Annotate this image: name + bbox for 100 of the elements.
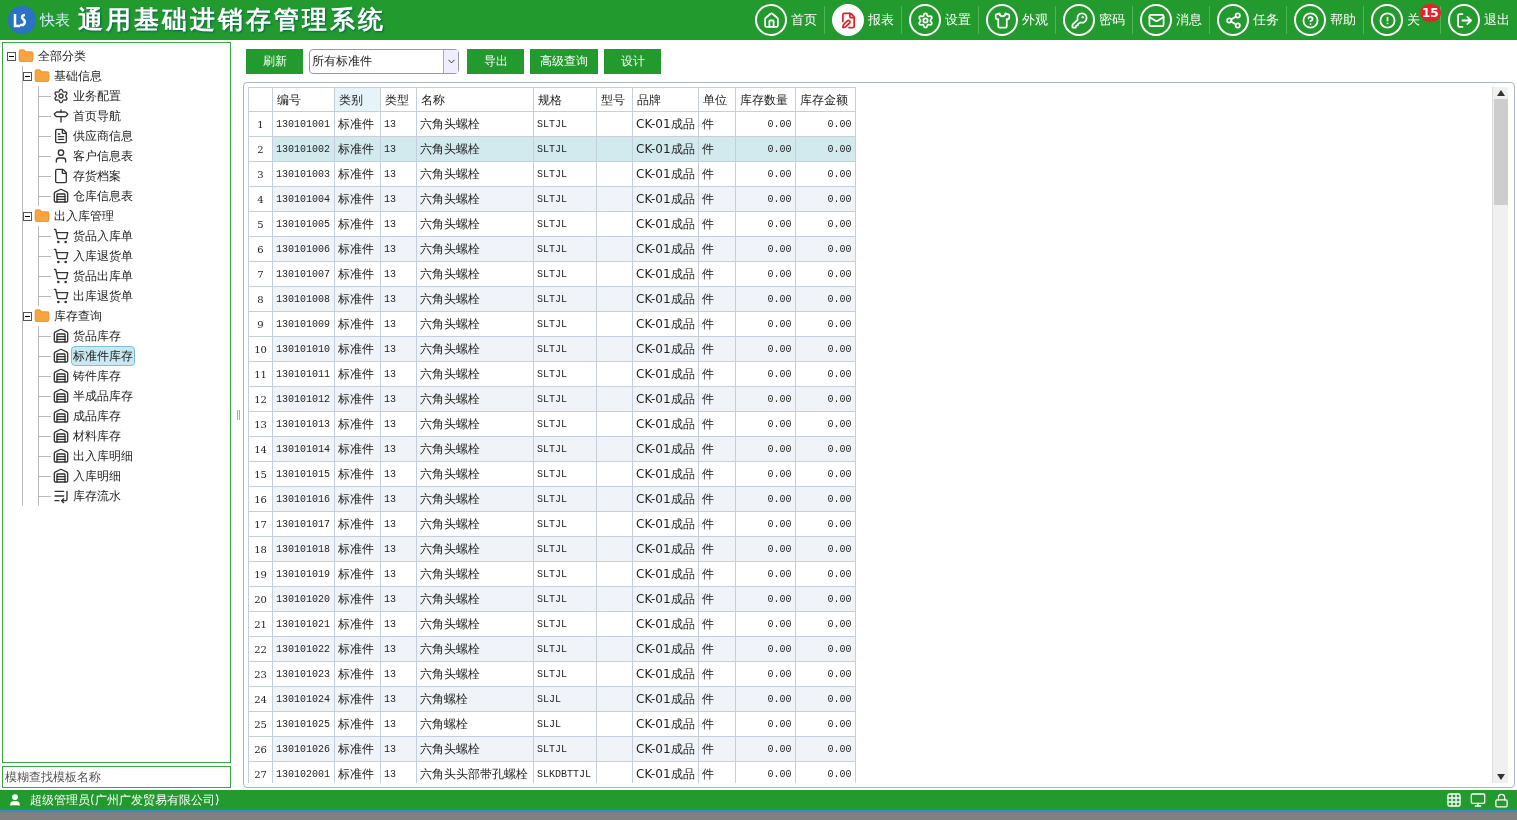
column-header[interactable]: 类型 [380,87,417,112]
advanced-search-button[interactable]: 高级查询 [530,48,598,74]
table-cell: 标准件 [334,136,381,162]
scroll-up-icon[interactable] [1496,90,1505,96]
table-row[interactable]: 24 130101024 标准件 13 六角螺栓 SLJL CK-01成品 件 0.00 0.00 [248,686,856,712]
table-row[interactable]: 12 130101012 标准件 13 六角头螺栓 SLTJL CK-01成品 件 0.00 0.00 [248,386,856,412]
table-row[interactable]: 21 130101021 标准件 13 六角头螺栓 SLTJL CK-01成品 件 0.00 0.00 [248,611,856,637]
tree-item[interactable]: 铸件库存 [71,366,123,386]
tree-item[interactable]: 客户信息表 [71,146,135,166]
tree-item[interactable]: 基础信息 [52,66,104,86]
table-row[interactable]: 8 130101008 标准件 13 六角头螺栓 SLTJL CK-01成品 件 0.00 0.00 [248,286,856,312]
monitor-icon[interactable] [1470,792,1486,808]
tree-item[interactable]: 库存查询 [52,306,104,326]
nav-button[interactable]: 设置 [902,0,978,40]
table-cell: 件 [698,661,736,687]
table-cell: CK-01成品 [632,386,699,412]
tree-item[interactable]: 供应商信息 [71,126,135,146]
tree-item[interactable]: 货品出库单 [71,266,135,286]
column-header[interactable]: 型号 [596,87,633,112]
collapse-toggle[interactable] [23,71,32,81]
row-number: 13 [248,411,273,437]
tree-item[interactable]: 入库退货单 [71,246,135,266]
table-row[interactable]: 9 130101009 标准件 13 六角头螺栓 SLTJL CK-01成品 件 0.00 0.00 [248,311,856,337]
table-row[interactable]: 22 130101022 标准件 13 六角头螺栓 SLTJL CK-01成品 件 0.00 0.00 [248,636,856,662]
grid-icon[interactable] [1446,792,1462,808]
column-header[interactable]: 规格 [533,87,597,112]
folder-icon [18,48,34,64]
scroll-thumb[interactable] [1493,99,1508,205]
filter-dropdown[interactable]: 所有标准件 [309,48,459,74]
table-cell: 0.00 [795,461,856,487]
tree-item[interactable]: 仓库信息表 [71,186,135,206]
search-field[interactable]: 模糊查找模板名称 [2,766,231,788]
collapse-toggle[interactable] [23,211,32,221]
nav-button[interactable]: 首页 [748,0,824,40]
tree-item[interactable]: 半成品库存 [71,386,135,406]
tree-item[interactable]: 材料库存 [71,426,123,446]
table-row[interactable]: 19 130101019 标准件 13 六角头螺栓 SLTJL CK-01成品 件 0.00 0.00 [248,561,856,587]
column-header[interactable]: 品牌 [632,87,699,112]
nav-button[interactable]: 任务 [1210,0,1286,40]
nav-button[interactable]: 退出 [1441,0,1517,40]
collapse-toggle[interactable] [23,311,32,321]
lock-icon[interactable] [1494,792,1509,808]
collapse-toggle[interactable] [7,51,16,61]
column-header[interactable]: 编号 [272,87,335,112]
tree-item[interactable]: 货品库存 [71,326,123,346]
tree-item[interactable]: 出入库管理 [52,206,116,226]
table-row[interactable]: 6 130101006 标准件 13 六角头螺栓 SLTJL CK-01成品 件 0.00 0.00 [248,236,856,262]
table-cell: SLTJL [533,411,597,437]
table-row[interactable]: 13 130101013 标准件 13 六角头螺栓 SLTJL CK-01成品 件 0.00 0.00 [248,411,856,437]
table-row[interactable]: 7 130101007 标准件 13 六角头螺栓 SLTJL CK-01成品 件 0.00 0.00 [248,261,856,287]
table-row[interactable]: 2 130101002 标准件 13 六角头螺栓 SLTJL CK-01成品 件 0.00 0.00 [248,136,856,162]
table-row[interactable]: 16 130101016 标准件 13 六角头螺栓 SLTJL CK-01成品 件 0.00 0.00 [248,486,856,512]
table-row[interactable]: 10 130101010 标准件 13 六角头螺栓 SLTJL CK-01成品 件 0.00 0.00 [248,336,856,362]
column-header[interactable]: 库存数量 [735,87,796,112]
table-cell: 130101020 [272,586,335,612]
tree-item[interactable]: 存货档案 [71,166,123,186]
table-row[interactable]: 25 130101025 标准件 13 六角螺栓 SLJL CK-01成品 件 0.00 0.00 [248,711,856,737]
table-row[interactable]: 20 130101020 标准件 13 六角头螺栓 SLTJL CK-01成品 件 0.00 0.00 [248,586,856,612]
tree-item[interactable]: 全部分类 [36,46,88,66]
column-header[interactable]: 名称 [416,87,534,112]
column-header[interactable]: 库存金额 [795,87,856,112]
tree-item[interactable]: 成品库存 [71,406,123,426]
nav-button[interactable]: 关 15 [1364,0,1440,40]
tree-item[interactable]: 货品入库单 [71,226,135,246]
tree-item[interactable]: 库存流水 [71,486,123,506]
nav-button[interactable]: 密码 [1056,0,1132,40]
nav-button[interactable]: 报表 [825,0,901,40]
table-row[interactable]: 27 130102001 标准件 13 六角头头部带孔螺栓 SLKDBTTJL CK-01成品 件 0.00 0.00 [248,761,856,783]
table-row[interactable]: 23 130101023 标准件 13 六角头螺栓 SLTJL CK-01成品 件 0.00 0.00 [248,661,856,687]
nav-button[interactable]: 外观 [979,0,1055,40]
tree-item[interactable]: 出入库明细 [71,446,135,466]
export-button[interactable]: 导出 [467,48,524,74]
tree-item[interactable]: 入库明细 [71,466,123,486]
table-row[interactable]: 4 130101004 标准件 13 六角头螺栓 SLTJL CK-01成品 件 0.00 0.00 [248,186,856,212]
tree-item[interactable]: 标准件库存 [71,346,135,366]
table-cell: CK-01成品 [632,486,699,512]
nav-button[interactable]: 消息 [1133,0,1209,40]
alert-icon [1378,11,1396,29]
table-row[interactable]: 15 130101015 标准件 13 六角头螺栓 SLTJL CK-01成品 件 0.00 0.00 [248,461,856,487]
tree-item[interactable]: 首页导航 [71,106,123,126]
column-header[interactable]: 单位 [698,87,736,112]
table-row[interactable]: 1 130101001 标准件 13 六角头螺栓 SLTJL CK-01成品 件 0.00 0.00 [248,111,856,137]
table-row[interactable]: 18 130101018 标准件 13 六角头螺栓 SLTJL CK-01成品 件 0.00 0.00 [248,536,856,562]
table-row[interactable]: 26 130101026 标准件 13 六角头螺栓 SLTJL CK-01成品 件 0.00 0.00 [248,736,856,762]
refresh-button[interactable]: 刷新 [246,48,303,74]
warehouse-icon [53,428,69,444]
scroll-down-icon[interactable] [1496,774,1505,780]
table-row[interactable]: 14 130101014 标准件 13 六角头螺栓 SLTJL CK-01成品 件 0.00 0.00 [248,436,856,462]
tree-item[interactable]: 出库退货单 [71,286,135,306]
table-cell: 130101002 [272,136,335,162]
table-row[interactable]: 5 130101005 标准件 13 六角头螺栓 SLTJL CK-01成品 件 0.00 0.00 [248,211,856,237]
table-cell: 标准件 [334,511,381,537]
table-row[interactable]: 3 130101003 标准件 13 六角头螺栓 SLTJL CK-01成品 件 0.00 0.00 [248,161,856,187]
table-row[interactable]: 11 130101011 标准件 13 六角头螺栓 SLTJL CK-01成品 件 0.00 0.00 [248,361,856,387]
design-button[interactable]: 设计 [604,48,661,74]
nav-button[interactable]: 帮助 [1287,0,1363,40]
tree-item[interactable]: 业务配置 [71,86,123,106]
table-row[interactable]: 17 130101017 标准件 13 六角头螺栓 SLTJL CK-01成品 件 0.00 0.00 [248,511,856,537]
scrollbar[interactable] [1492,87,1508,783]
column-header[interactable]: 类别 [334,87,381,112]
